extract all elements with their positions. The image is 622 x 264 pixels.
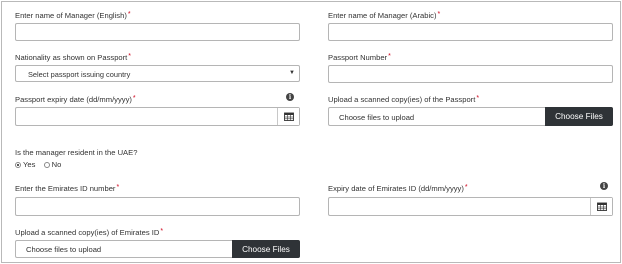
passport-choose-files-button[interactable]: Choose Files — [545, 107, 613, 126]
nationality-selected-value: Select passport issuing country — [28, 70, 131, 79]
manager-name-ar-label-text: Enter name of Manager (Arabic) — [328, 11, 437, 20]
emirates-id-expiry-label-text: Expiry date of Emirates ID (dd/mm/yyyy) — [328, 184, 464, 193]
manager-name-ar-label: Enter name of Manager (Arabic)* — [328, 11, 440, 20]
required-mark: * — [160, 228, 164, 235]
passport-file-placeholder: Choose files to upload — [339, 113, 415, 122]
emirates-id-input[interactable] — [15, 197, 300, 216]
calendar-button[interactable] — [277, 108, 299, 125]
required-mark: * — [127, 11, 131, 18]
resident-no-label: No — [51, 160, 62, 169]
emirates-id-file-placeholder: Choose files to upload — [26, 245, 102, 254]
resident-no-option[interactable]: No — [43, 160, 62, 169]
manager-name-ar-input[interactable] — [328, 23, 613, 41]
resident-radio-group: Yes No — [15, 160, 61, 169]
info-icon[interactable]: i — [600, 182, 608, 190]
emirates-id-label-text: Enter the Emirates ID number — [15, 184, 116, 193]
caret-down-icon: ▼ — [289, 70, 295, 76]
passport-expiry-label: Passport expiry date (dd/mm/yyyy)* — [15, 95, 136, 104]
radio-yes[interactable] — [15, 162, 21, 168]
passport-upload-label: Upload a scanned copy(ies) of the Passpo… — [328, 95, 479, 104]
passport-number-input[interactable] — [328, 65, 613, 83]
resident-question: Is the manager resident in the UAE? — [15, 148, 138, 157]
emirates-id-label: Enter the Emirates ID number* — [15, 184, 119, 193]
nationality-label: Nationality as shown on Passport* — [15, 53, 131, 62]
required-mark: * — [128, 53, 132, 60]
required-mark: * — [437, 11, 441, 18]
radio-no[interactable] — [43, 162, 50, 168]
manager-name-en-label-text: Enter name of Manager (English) — [15, 11, 127, 20]
passport-file-input[interactable]: Choose files to upload Choose Files — [328, 107, 613, 126]
emirates-id-upload-label: Upload a scanned copy(ies) of Emirates I… — [15, 228, 163, 237]
required-mark: * — [388, 53, 391, 60]
resident-yes-label: Yes — [22, 160, 36, 169]
emirates-id-file-input[interactable]: Choose files to upload Choose Files — [15, 240, 300, 258]
manager-name-en-label: Enter name of Manager (English)* — [15, 11, 131, 20]
passport-number-label: Passport Number* — [328, 53, 391, 62]
nationality-select[interactable]: Select passport issuing country ▼ — [15, 65, 300, 82]
emirates-id-choose-files-button[interactable]: Choose Files — [232, 240, 300, 258]
info-icon[interactable]: i — [286, 93, 294, 101]
required-mark: * — [464, 184, 468, 191]
emirates-id-expiry-label: Expiry date of Emirates ID (dd/mm/yyyy)* — [328, 184, 468, 193]
required-mark: * — [132, 95, 136, 102]
required-mark: * — [476, 95, 480, 102]
calendar-icon — [596, 202, 607, 211]
calendar-button[interactable] — [590, 198, 612, 215]
required-mark: * — [116, 184, 120, 191]
resident-yes-option[interactable]: Yes — [15, 160, 35, 169]
nationality-label-text: Nationality as shown on Passport — [15, 53, 128, 62]
passport-expiry-label-text: Passport expiry date (dd/mm/yyyy) — [15, 95, 132, 104]
emirates-id-expiry-input[interactable] — [328, 197, 613, 216]
passport-number-label-text: Passport Number — [328, 53, 388, 62]
emirates-id-upload-label-text: Upload a scanned copy(ies) of Emirates I… — [15, 228, 160, 237]
passport-expiry-input[interactable] — [15, 107, 300, 126]
manager-form: Enter name of Manager (English)* Enter n… — [1, 1, 621, 263]
manager-name-en-input[interactable] — [15, 23, 300, 41]
calendar-icon — [283, 112, 294, 121]
passport-upload-label-text: Upload a scanned copy(ies) of the Passpo… — [328, 95, 476, 104]
